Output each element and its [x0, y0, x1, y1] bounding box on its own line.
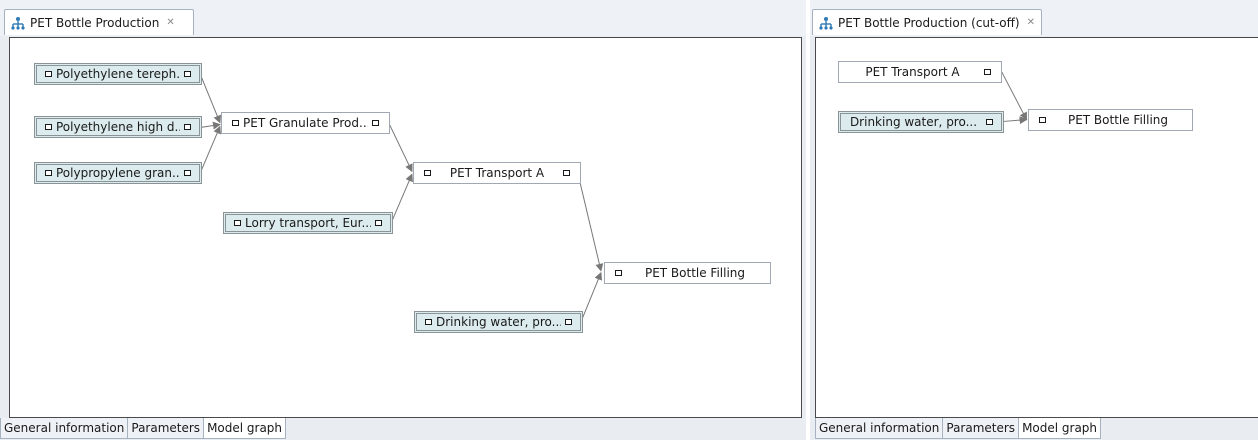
edge — [580, 271, 603, 322]
process-tree-icon — [819, 16, 833, 30]
tab-general-information[interactable]: General information — [0, 418, 129, 439]
tab-model-graph[interactable]: Model graph — [203, 418, 287, 439]
edge — [390, 173, 413, 224]
graph-node-pet-transport-a[interactable]: PET Transport A — [413, 162, 581, 184]
edge — [199, 125, 221, 174]
node-label: Polyethylene high d... — [56, 120, 180, 134]
node-label: Lorry transport, Eur... — [245, 216, 371, 230]
close-icon[interactable]: ✕ — [1027, 17, 1035, 28]
tab-parameters[interactable]: Parameters — [127, 418, 205, 439]
right-editor-page-tabs: General information Parameters Model gra… — [815, 418, 1258, 440]
graph-node-drinking-water[interactable]: Drinking water, pro... — [414, 311, 583, 333]
tab-parameters[interactable]: Parameters — [942, 418, 1020, 439]
graph-node-lorry-transport[interactable]: Lorry transport, Eur... — [223, 212, 393, 234]
port-square-icon — [425, 319, 432, 325]
graph-node-polypropylene-granulate[interactable]: Polypropylene gran... — [34, 162, 202, 184]
node-label: Drinking water, pro... — [436, 315, 561, 329]
graph-edges — [1001, 71, 1028, 125]
graph-node-pet-granulate-production[interactable]: PET Granulate Prod... — [221, 112, 390, 134]
port-square-icon — [184, 71, 191, 77]
graph-node-pet-bottle-filling[interactable]: PET Bottle Filling — [604, 262, 771, 284]
port-square-icon — [232, 120, 239, 126]
right-tab-strip: PET Bottle Production (cut-off) ✕ — [810, 0, 1258, 36]
port-square-icon — [615, 270, 622, 276]
port-square-icon — [234, 220, 241, 226]
port-square-icon — [372, 120, 379, 126]
tab-title: PET Bottle Production (cut-off) — [838, 15, 1020, 30]
edge — [1001, 71, 1028, 121]
graph-node-pet-bottle-filling[interactable]: PET Bottle Filling — [1028, 109, 1193, 131]
tab-general-information[interactable]: General information — [815, 418, 944, 439]
tab-title: PET Bottle Production — [30, 15, 160, 30]
close-icon[interactable]: ✕ — [166, 17, 174, 28]
graph-node-polyethylene-terephthalate[interactable]: Polyethylene tereph... — [34, 63, 202, 85]
tab-pet-bottle-production-cut-off[interactable]: PET Bottle Production (cut-off) ✕ — [812, 9, 1042, 35]
graph-node-polyethylene-high-density[interactable]: Polyethylene high d... — [34, 116, 202, 138]
port-square-icon — [1039, 117, 1046, 123]
port-square-icon — [45, 124, 52, 130]
node-label: PET Transport A — [449, 166, 545, 180]
port-square-icon — [424, 170, 431, 176]
tab-model-graph[interactable]: Model graph — [1018, 418, 1102, 439]
port-square-icon — [184, 170, 191, 176]
graph-node-pet-transport-a[interactable]: PET Transport A — [838, 61, 1002, 83]
port-square-icon — [184, 124, 191, 130]
node-label: Drinking water, pro... — [849, 115, 978, 129]
right-editor-panel: PET Bottle Production (cut-off) ✕ PET Tr… — [810, 0, 1258, 440]
node-label: PET Transport A — [865, 65, 960, 79]
port-square-icon — [45, 170, 52, 176]
model-graph-canvas[interactable]: Polyethylene tereph... Polyethylene high… — [9, 37, 802, 418]
tab-pet-bottle-production[interactable]: PET Bottle Production ✕ — [4, 9, 194, 35]
node-label: Polypropylene gran... — [56, 166, 180, 180]
left-editor-page-tabs: General information Parameters Model gra… — [0, 418, 806, 440]
port-square-icon — [986, 119, 993, 125]
port-square-icon — [45, 71, 52, 77]
process-tree-icon — [11, 16, 25, 30]
edge — [387, 121, 413, 173]
edge — [1001, 116, 1028, 125]
node-label: Polyethylene tereph... — [56, 67, 180, 81]
left-tab-strip: PET Bottle Production ✕ — [0, 0, 806, 36]
port-square-icon — [375, 220, 382, 226]
node-label: PET Granulate Prod... — [243, 116, 368, 130]
edge — [199, 73, 222, 124]
edge — [577, 174, 604, 272]
port-square-icon — [565, 319, 572, 325]
port-square-icon — [563, 170, 570, 176]
graph-node-drinking-water[interactable]: Drinking water, pro... — [838, 111, 1004, 133]
graph-edges — [199, 73, 604, 322]
model-graph-canvas[interactable]: PET Transport A Drinking water, pro... P… — [815, 37, 1258, 418]
port-square-icon — [984, 69, 991, 75]
edge — [200, 121, 221, 130]
node-label: PET Bottle Filling — [644, 266, 746, 280]
left-editor-panel: PET Bottle Production ✕ Polyethylene ter… — [0, 0, 806, 440]
node-label: PET Bottle Filling — [1067, 113, 1169, 127]
